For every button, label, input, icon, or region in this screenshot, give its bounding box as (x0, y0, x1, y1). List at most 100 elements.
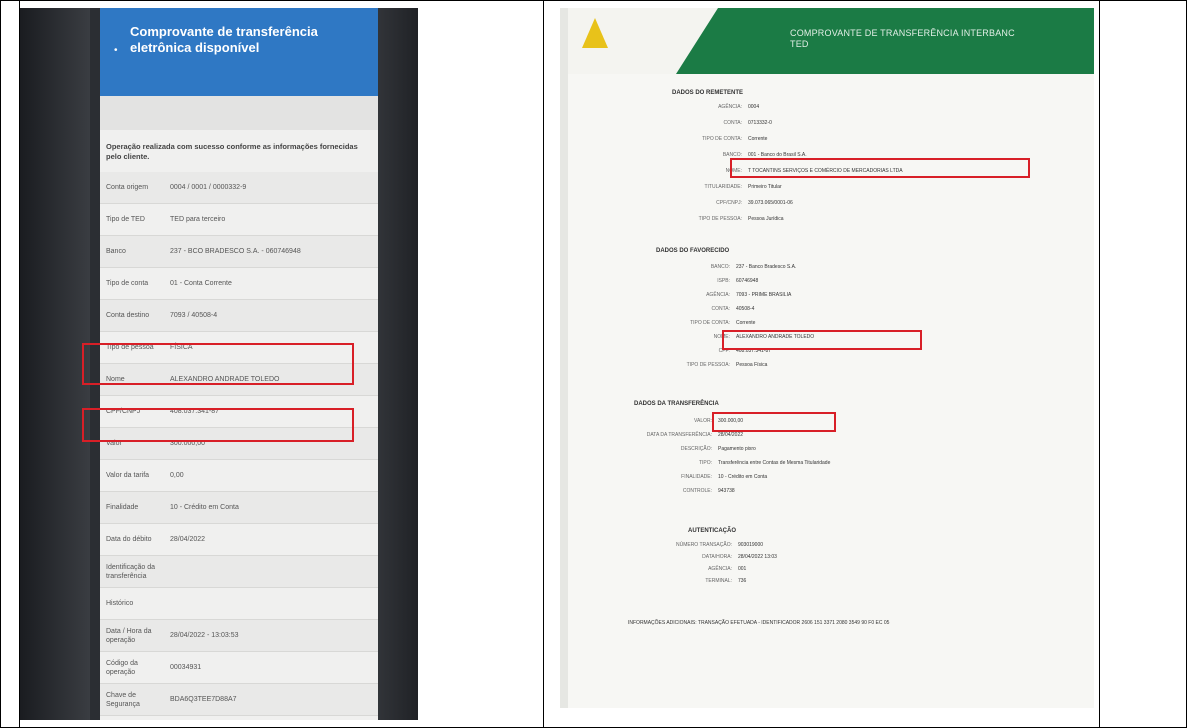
photo-shadow (20, 8, 90, 720)
field-label: DATA/HORA: (702, 554, 732, 560)
field-value: 60746948 (736, 278, 759, 284)
row-value: TED para terceiro (170, 216, 226, 223)
row-value: 0004 / 0001 / 0000332-9 (170, 184, 247, 191)
field-value: Transferência entre Contas de Mesma Titu… (718, 460, 831, 466)
highlight-box-remetente-nome (730, 158, 1030, 178)
field-value: 237 - Banco Bradesco S.A. (736, 264, 797, 270)
receipt-row: Valor da tarifa 0,00 (100, 460, 378, 492)
row-value: 237 - BCO BRADESCO S.A. - 060746948 (170, 248, 301, 255)
field-value: 903019000 (738, 542, 764, 548)
receipt-photo: COMPROVANTE DE TRANSFERÊNCIA INTERBANC T… (560, 8, 1094, 708)
field-label: TIPO DE PESSOA: (686, 362, 730, 368)
receipt-title-line: COMPROVANTE DE TRANSFERÊNCIA INTERBANC (790, 28, 1015, 38)
field-value: Pessoa Jurídica (748, 216, 784, 222)
receipt-field: FINALIDADE: 10 - Crédito em Conta (608, 474, 988, 480)
field-label: TITULARIDADE: (704, 184, 742, 190)
receipt-field: TIPO: Transferência entre Contas de Mesma… (608, 460, 988, 466)
table-divider (1099, 0, 1100, 728)
receipt-row: Tipo de TED TED para terceiro (100, 204, 378, 236)
receipt-field: AGÊNCIA: 7093 - PRIME BRASILIA (626, 292, 1006, 298)
field-label: TERMINAL: (705, 578, 732, 584)
receipt-row: Conta destino 7093 / 40508-4 (100, 300, 378, 332)
row-label: Tipo de TED (106, 216, 145, 223)
field-value: 10 - Crédito em Conta (718, 474, 768, 480)
field-label: CPF: (718, 348, 730, 354)
receipt-field: CPF/CNPJ: 39.073.065/0001-06 (638, 200, 1018, 206)
field-value: 0713332-0 (748, 120, 772, 126)
highlight-box-valor (82, 408, 354, 442)
success-notice: Operação realizada com sucesso conforme … (106, 142, 358, 161)
receipt-field: CONTROLE: 943738 (608, 488, 988, 494)
row-value: BDA6Q3TEE7D88A7 (170, 696, 237, 703)
highlight-box-nome (82, 343, 354, 385)
receipt-field: DATA/HORA: 28/04/2022 13:03 (628, 554, 1008, 560)
field-value: Pagamento pixro (718, 446, 756, 452)
field-value: Corrente (736, 320, 756, 326)
receipt-field: TERMINAL: 736 (628, 578, 1008, 584)
field-label: TIPO: (698, 460, 712, 466)
receipt-row: Finalidade 10 - Crédito em Conta (100, 492, 378, 524)
screen-header: • Comprovante de transferência eletrônic… (100, 8, 378, 96)
field-value: 0004 (748, 104, 760, 110)
field-label: VALOR: (694, 418, 712, 424)
receipt-row: Histórico (100, 588, 378, 620)
field-label: NÚMERO TRANSAÇÃO: (675, 542, 732, 548)
field-label: AGÊNCIA: (708, 566, 732, 572)
field-label: NOME: (713, 334, 730, 340)
receipt-field: AGÊNCIA: 0004 (638, 104, 1018, 110)
field-label: CONTA: (711, 306, 730, 312)
receipt-paper: COMPROVANTE DE TRANSFERÊNCIA INTERBANC T… (568, 8, 1094, 708)
section-autenticacao: AUTENTICAÇÃO (688, 528, 736, 534)
highlight-box-valor (712, 412, 836, 432)
field-label: CONTROLE: (682, 488, 712, 494)
section-favorecido: DADOS DO FAVORECIDO (656, 248, 730, 254)
bullet-icon: • (114, 45, 118, 56)
receipt-field: CONTA: 40508-4 (626, 306, 1006, 312)
receipt-row: Data / Hora da operação 28/04/2022 - 13:0… (100, 620, 378, 652)
highlight-box-favorecido-nome (722, 330, 922, 350)
screen-title: Comprovante de transferência eletrônica … (130, 24, 318, 55)
field-label: DATA DA TRANSFERÊNCIA: (646, 432, 712, 438)
field-value: 001 (738, 566, 747, 572)
row-value: 10 - Crédito em Conta (170, 504, 239, 511)
field-value: 28/04/2022 13:03 (738, 554, 777, 560)
field-value: Corrente (748, 136, 768, 142)
receipt-field: DESCRIÇÃO: Pagamento pixro (608, 446, 988, 452)
row-value: 28/04/2022 (170, 536, 206, 543)
receipt-field: TITULARIDADE: Primeiro Titular (638, 184, 1018, 190)
row-label: Conta destino (106, 312, 150, 319)
field-label: CONTA: (723, 120, 742, 126)
receipt-subtitle: TED (790, 39, 809, 49)
receipt-row: Banco 237 - BCO BRADESCO S.A. - 060746948 (100, 236, 378, 268)
receipt-footer: INFORMAÇÕES ADICIONAIS: TRANSAÇÃO EFETUA… (628, 620, 1068, 626)
field-value: 943738 (718, 488, 735, 494)
field-value: 7093 - PRIME BRASILIA (736, 292, 792, 298)
field-value: 39.073.065/0001-06 (748, 200, 793, 206)
receipt-row: Código da operação 00034931 (100, 652, 378, 684)
field-value: 28/04/2022 (718, 432, 744, 438)
field-label: CPF/CNPJ: (716, 200, 742, 206)
table-divider (543, 0, 544, 728)
receipt-field: CONTA: 0713332-0 (638, 120, 1018, 126)
row-label: Data / Hora da operação (106, 627, 152, 644)
receipt-field: DATA DA TRANSFERÊNCIA: 28/04/2022 (608, 432, 988, 438)
field-label: FINALIDADE: (681, 474, 712, 480)
receipt-row: Tipo de conta 01 - Conta Corrente (100, 268, 378, 300)
row-label: Código da operação (106, 659, 138, 676)
field-label: ISPB: (717, 278, 730, 284)
header-spacer (100, 96, 378, 130)
receipt-rows: Conta origem 0004 / 0001 / 0000332-9 Tipo … (100, 172, 378, 716)
field-label: TIPO DE CONTA: (702, 136, 742, 142)
section-transferencia: DADOS DA TRANSFERÊNCIA (634, 401, 719, 407)
field-value: Pessoa Física (736, 362, 768, 368)
field-label: AGÊNCIA: (706, 292, 730, 298)
field-label: AGÊNCIA: (718, 104, 742, 110)
row-label: Tipo de conta (106, 280, 149, 287)
field-value: 736 (738, 578, 747, 584)
row-value: 01 - Conta Corrente (170, 280, 232, 287)
field-value: 40508-4 (736, 306, 755, 312)
row-label: Identificação da transferência (106, 563, 156, 580)
row-value: 0,00 (170, 472, 184, 479)
row-label: Banco (106, 248, 126, 255)
footer-text: INFORMAÇÕES ADICIONAIS: TRANSAÇÃO EFETUA… (628, 620, 890, 626)
